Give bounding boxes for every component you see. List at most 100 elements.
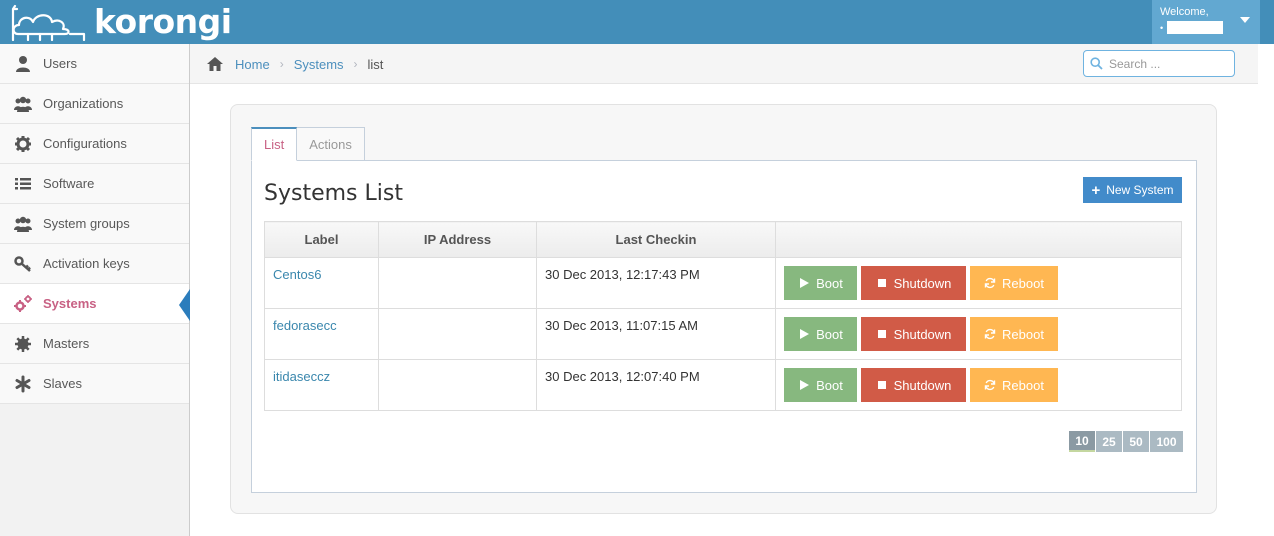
plus-icon: + bbox=[1091, 181, 1101, 199]
user-menu[interactable]: Welcome, • bbox=[1152, 0, 1260, 44]
brand-logo[interactable]: korongi bbox=[10, 2, 232, 42]
reboot-button[interactable]: Reboot bbox=[970, 368, 1058, 402]
breadcrumb-separator-icon: › bbox=[279, 57, 284, 71]
new-system-button[interactable]: + New System bbox=[1083, 177, 1182, 203]
last-checkin-cell: 30 Dec 2013, 12:07:40 PM bbox=[536, 359, 776, 411]
group-icon bbox=[14, 95, 32, 113]
boot-button[interactable]: Boot bbox=[784, 317, 857, 351]
table-row: itidaseccz 30 Dec 2013, 12:07:40 PM Boot… bbox=[264, 359, 1182, 411]
system-label-cell: itidaseccz bbox=[264, 359, 379, 411]
play-icon bbox=[800, 278, 810, 288]
sidebar-item-organizations[interactable]: Organizations bbox=[0, 84, 189, 124]
tab-actions[interactable]: Actions bbox=[296, 127, 365, 161]
sidebar-item-systems[interactable]: Systems bbox=[0, 284, 190, 324]
actions-cell: Boot Shutdown Reboot bbox=[775, 359, 1182, 411]
system-link[interactable]: Centos6 bbox=[273, 267, 321, 282]
sidebar-item-label: Activation keys bbox=[43, 256, 130, 271]
sidebar-item-masters[interactable]: Masters bbox=[0, 324, 189, 364]
column-header-last-checkin[interactable]: Last Checkin bbox=[536, 221, 776, 258]
sidebar-item-label: Users bbox=[43, 56, 77, 71]
breadcrumb-current: list bbox=[367, 56, 384, 72]
page-size-50[interactable]: 50 bbox=[1123, 431, 1149, 452]
page-size-selector: 10 25 50 100 bbox=[1068, 431, 1183, 452]
redacted-ip bbox=[387, 369, 470, 383]
breadcrumb-bar: Home › Systems › list bbox=[190, 44, 1258, 84]
redacted-username bbox=[1167, 21, 1224, 34]
table-header-row: Label IP Address Last Checkin bbox=[264, 221, 1182, 258]
home-icon bbox=[207, 57, 223, 71]
sidebar-item-label: Systems bbox=[43, 296, 97, 311]
reboot-label: Reboot bbox=[1002, 377, 1044, 393]
sidebar-item-label: System groups bbox=[43, 216, 130, 231]
column-header-actions bbox=[775, 221, 1182, 258]
group-icon bbox=[14, 215, 32, 233]
shutdown-label: Shutdown bbox=[893, 326, 952, 342]
boot-button[interactable]: Boot bbox=[784, 368, 857, 402]
page-size-100[interactable]: 100 bbox=[1150, 431, 1183, 452]
breadcrumb-systems-link[interactable]: Systems bbox=[294, 57, 344, 72]
shutdown-button[interactable]: Shutdown bbox=[861, 368, 966, 402]
sidebar-item-slaves[interactable]: Slaves bbox=[0, 364, 189, 404]
sidebar-item-label: Slaves bbox=[43, 376, 83, 391]
redacted-ip bbox=[387, 267, 484, 281]
sidebar-item-software[interactable]: Software bbox=[0, 164, 189, 204]
boot-button[interactable]: Boot bbox=[784, 266, 857, 300]
shutdown-button[interactable]: Shutdown bbox=[861, 317, 966, 351]
user-name: • bbox=[1160, 21, 1224, 34]
stop-icon bbox=[877, 279, 886, 287]
tab-bar: List Actions bbox=[251, 127, 365, 161]
last-checkin-cell: 30 Dec 2013, 11:07:15 AM bbox=[536, 308, 776, 360]
sidebar-item-label: Software bbox=[43, 176, 95, 191]
reboot-button[interactable]: Reboot bbox=[970, 266, 1058, 300]
system-label-cell: Centos6 bbox=[264, 257, 379, 309]
reboot-label: Reboot bbox=[1002, 326, 1044, 342]
actions-cell: Boot Shutdown Reboot bbox=[775, 257, 1182, 309]
column-header-label[interactable]: Label bbox=[264, 221, 379, 258]
column-header-ip[interactable]: IP Address bbox=[378, 221, 537, 258]
table-row: fedorasecc 30 Dec 2013, 11:07:15 AM Boot… bbox=[264, 308, 1182, 360]
sidebar-item-label: Configurations bbox=[43, 136, 127, 151]
page-title: Systems List bbox=[264, 181, 403, 206]
user-icon bbox=[14, 55, 32, 73]
tab-list[interactable]: List bbox=[251, 127, 298, 161]
redacted-ip bbox=[387, 318, 474, 332]
bullet-icon: • bbox=[1160, 22, 1164, 33]
page-size-10[interactable]: 10 bbox=[1069, 431, 1095, 452]
stop-icon bbox=[877, 381, 886, 389]
search-box[interactable] bbox=[1083, 50, 1235, 77]
stop-icon bbox=[877, 330, 886, 338]
key-icon bbox=[14, 255, 32, 273]
system-link[interactable]: fedorasecc bbox=[273, 318, 337, 333]
table-row: Centos6 30 Dec 2013, 12:17:43 PM Boot Shu… bbox=[264, 257, 1182, 309]
shutdown-label: Shutdown bbox=[893, 275, 952, 291]
sidebar-item-configurations[interactable]: Configurations bbox=[0, 124, 189, 164]
systems-table: Label IP Address Last Checkin Centos6 30… bbox=[264, 221, 1182, 411]
sidebar-item-users[interactable]: Users bbox=[0, 44, 189, 84]
play-icon bbox=[800, 380, 810, 390]
asterisk-icon bbox=[14, 375, 32, 393]
search-icon bbox=[1090, 57, 1103, 70]
caret-down-icon bbox=[1240, 17, 1250, 23]
welcome-text: Welcome, bbox=[1160, 6, 1209, 18]
actions-cell: Boot Shutdown Reboot bbox=[775, 308, 1182, 360]
reboot-button[interactable]: Reboot bbox=[970, 317, 1058, 351]
boot-label: Boot bbox=[816, 275, 843, 291]
system-label-cell: fedorasecc bbox=[264, 308, 379, 360]
sidebar-item-label: Masters bbox=[43, 336, 90, 351]
sidebar-item-activation-keys[interactable]: Activation keys bbox=[0, 244, 189, 284]
gear-icon bbox=[14, 335, 32, 353]
system-link[interactable]: itidaseccz bbox=[273, 369, 330, 384]
page-size-25[interactable]: 25 bbox=[1096, 431, 1122, 452]
play-icon bbox=[800, 329, 810, 339]
refresh-icon bbox=[984, 379, 996, 391]
breadcrumb-home-link[interactable]: Home bbox=[235, 57, 270, 72]
refresh-icon bbox=[984, 277, 996, 289]
sidebar-item-system-groups[interactable]: System groups bbox=[0, 204, 189, 244]
top-navbar: korongi Welcome, • bbox=[0, 0, 1274, 44]
sidebar: Users Organizations Configurations Softw… bbox=[0, 44, 190, 536]
sidebar-item-label: Organizations bbox=[43, 96, 124, 111]
new-system-label: New System bbox=[1106, 183, 1174, 197]
shutdown-button[interactable]: Shutdown bbox=[861, 266, 966, 300]
last-checkin-cell: 30 Dec 2013, 12:17:43 PM bbox=[536, 257, 776, 309]
search-input[interactable] bbox=[1109, 56, 1219, 71]
